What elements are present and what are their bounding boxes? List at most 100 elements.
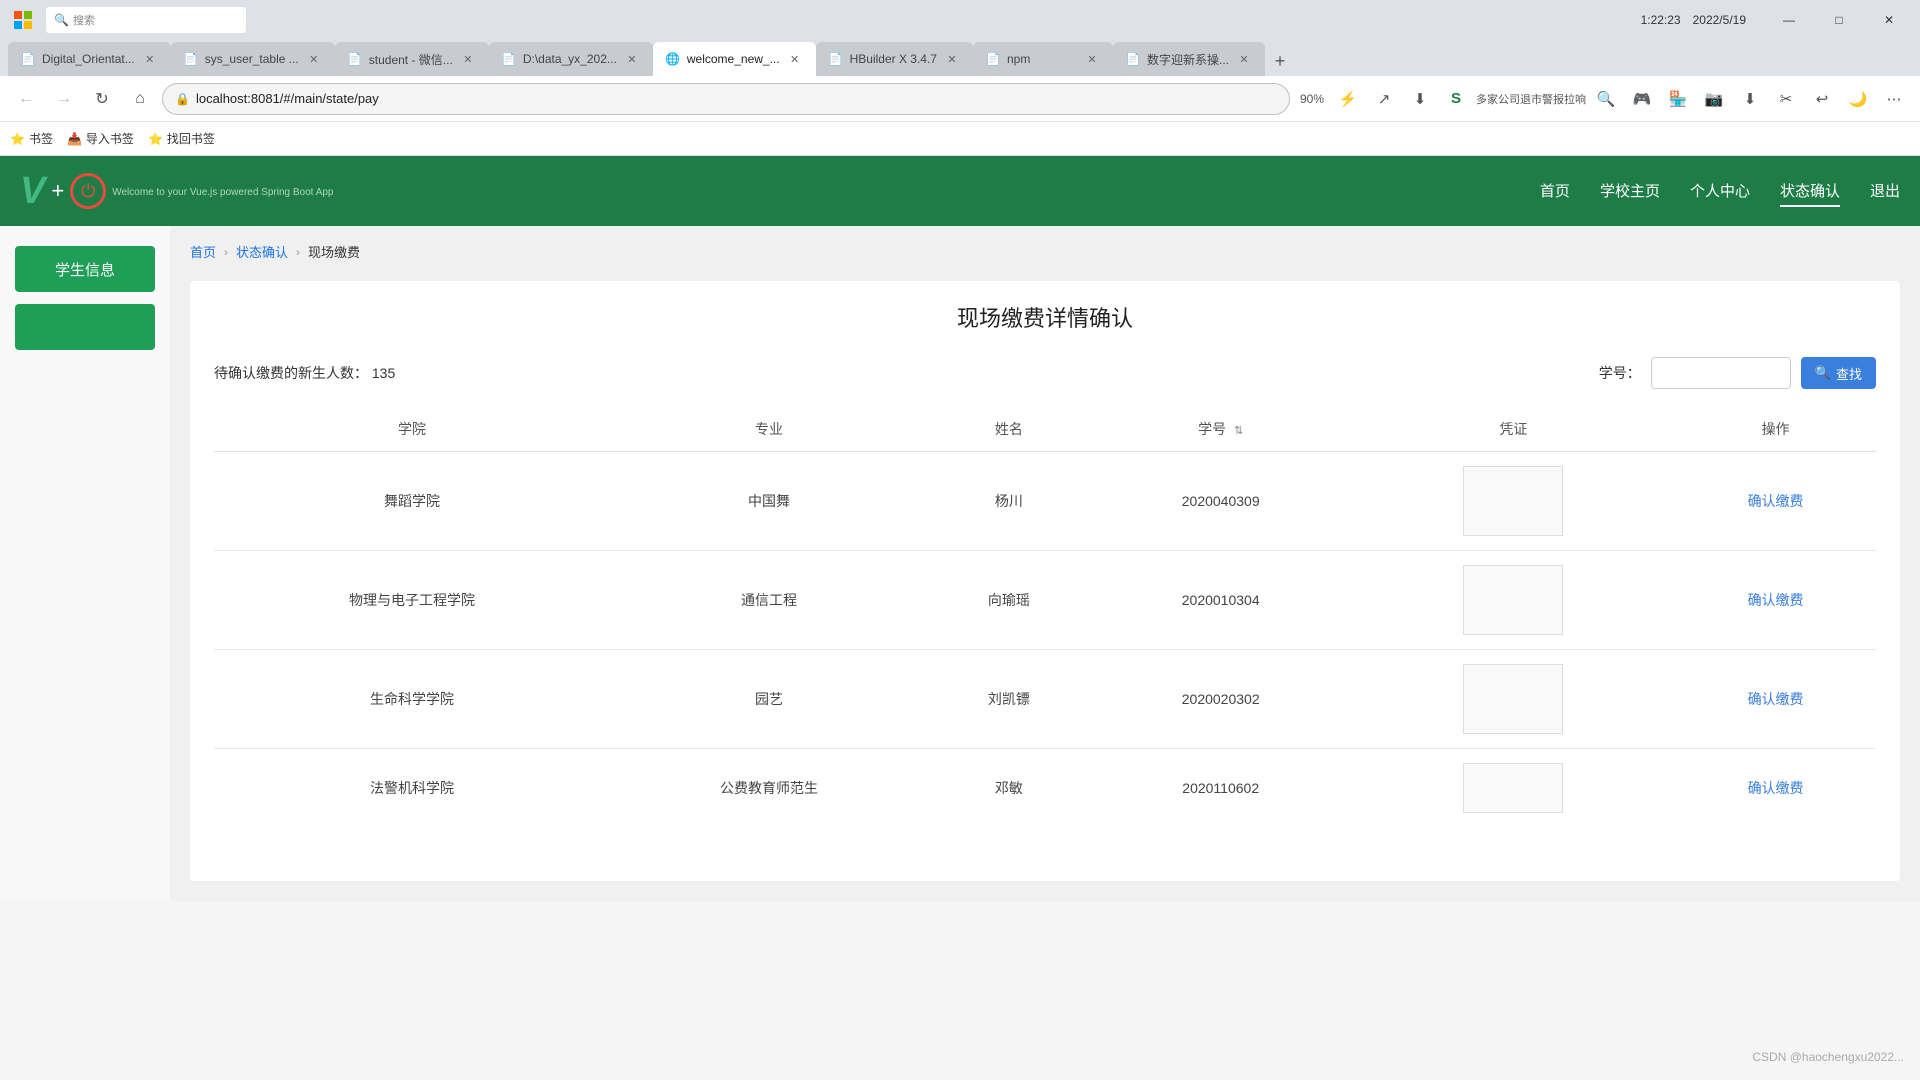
bookmark-label-2: 导入书签	[86, 130, 134, 147]
star-icon: ⭐	[10, 132, 25, 146]
tab-close-2[interactable]: ✕	[305, 50, 323, 68]
col-college: 学院	[214, 407, 610, 452]
scissors-icon[interactable]: ✂	[1770, 83, 1802, 115]
zoom-level: 90%	[1296, 92, 1328, 106]
cell-college-2: 物理与电子工程学院	[214, 551, 610, 650]
undo-icon[interactable]: ↩	[1806, 83, 1838, 115]
download-icon-nav[interactable]: ⬇	[1404, 83, 1436, 115]
tab-npm[interactable]: 📄 npm ✕	[973, 42, 1113, 76]
cell-major-2: 通信工程	[610, 551, 928, 650]
cell-college-3: 生命科学学院	[214, 650, 610, 749]
cell-action-2: 确认缴费	[1675, 551, 1876, 650]
address-bar[interactable]: 🔒 localhost:8081/#/main/state/pay	[162, 83, 1290, 115]
tab-sys-user[interactable]: 📄 sys_user_table ... ✕	[171, 42, 335, 76]
search-btn-icon: 🔍	[1815, 365, 1831, 381]
confirm-pay-btn-3[interactable]: 确认缴费	[1748, 691, 1804, 707]
table-row: 生命科学学院 园艺 刘凯镖 2020020302 确认缴费	[214, 650, 1876, 749]
share-icon[interactable]: ↗	[1368, 83, 1400, 115]
tab-title-3: student - 微信...	[369, 51, 453, 68]
nav-home[interactable]: 首页	[1540, 176, 1570, 207]
tab-close-3[interactable]: ✕	[459, 50, 477, 68]
home-button[interactable]: ⌂	[124, 83, 156, 115]
tab-close-4[interactable]: ✕	[623, 50, 641, 68]
tab-favicon-1: 📄	[20, 51, 36, 67]
nav-logout[interactable]: 退出	[1870, 176, 1900, 207]
breadcrumb-parent[interactable]: 状态确认	[236, 242, 288, 261]
bookmarks-bar: ⭐ 书签 📥 导入书签 ⭐ 找回书签	[0, 122, 1920, 156]
nav-status-confirm[interactable]: 状态确认	[1780, 176, 1840, 207]
search-input[interactable]	[1651, 357, 1791, 389]
count-value: 135	[372, 365, 395, 381]
logo-power: ⏻	[70, 173, 106, 209]
cell-college-4: 法警机科学院	[214, 749, 610, 828]
moon-icon[interactable]: 🌙	[1842, 83, 1874, 115]
cell-major-4: 公费教育师范生	[610, 749, 928, 828]
table-row: 物理与电子工程学院 通信工程 向瑜瑶 2020010304 确认缴费	[214, 551, 1876, 650]
cell-action-4: 确认缴费	[1675, 749, 1876, 828]
toolbar: 待确认缴费的新生人数： 135 学号： 🔍 查找	[214, 357, 1876, 389]
games-icon[interactable]: 🎮	[1626, 83, 1658, 115]
tab-data-yx[interactable]: 📄 D:\data_yx_202... ✕	[489, 42, 653, 76]
search-icon: 🔍	[54, 13, 69, 27]
content-panel: 现场缴费详情确认 待确认缴费的新生人数： 135 学号： 🔍 查找	[190, 281, 1900, 881]
tab-close-6[interactable]: ✕	[943, 50, 961, 68]
tab-close-7[interactable]: ✕	[1083, 50, 1101, 68]
maximize-button[interactable]: □	[1816, 4, 1862, 36]
tabs-bar: 📄 Digital_Orientat... ✕ 📄 sys_user_table…	[0, 40, 1920, 76]
tab-close-5[interactable]: ✕	[786, 50, 804, 68]
power-icon: ⏻	[81, 181, 95, 202]
more-icon[interactable]: ⋯	[1878, 83, 1910, 115]
tab-digital-orientat[interactable]: 📄 Digital_Orientat... ✕	[8, 42, 171, 76]
bookmark-2[interactable]: 📥 导入书签	[67, 130, 134, 147]
store-icon[interactable]: 🏪	[1662, 83, 1694, 115]
search-btn-label: 查找	[1836, 364, 1862, 383]
bookmark-1[interactable]: ⭐ 书签	[10, 130, 53, 147]
app-logo: V + ⏻ Welcome to your Vue.js powered Spr…	[20, 172, 333, 210]
cell-action-3: 确认缴费	[1675, 650, 1876, 749]
nav-personal-center[interactable]: 个人中心	[1690, 176, 1750, 207]
tab-close-1[interactable]: ✕	[141, 50, 159, 68]
extensions-icon[interactable]: S	[1440, 83, 1472, 115]
minimize-button[interactable]: —	[1766, 4, 1812, 36]
back-button[interactable]: ←	[10, 83, 42, 115]
sidebar-btn-student-info[interactable]: 学生信息	[15, 246, 155, 292]
main-content: 首页 › 状态确认 › 现场缴费 现场缴费详情确认 待确认缴费的新生人数： 13…	[170, 226, 1920, 901]
refresh-button[interactable]: ↻	[86, 83, 118, 115]
search-button[interactable]: 🔍 查找	[1801, 357, 1876, 389]
sidebar-btn-onsite-pay[interactable]	[15, 304, 155, 350]
download-icon2[interactable]: ⬇	[1734, 83, 1766, 115]
cell-id-4: 2020110602	[1090, 749, 1352, 828]
bookmark-3[interactable]: ⭐ 找回书签	[148, 130, 215, 147]
breadcrumb-sep-1: ›	[224, 245, 228, 259]
tab-title-2: sys_user_table ...	[205, 52, 299, 66]
sidebar: 学生信息	[0, 226, 170, 901]
tab-welcome-new[interactable]: 🌐 welcome_new_... ✕	[653, 42, 816, 76]
watermark: CSDN @haochengxu2022...	[1752, 1050, 1904, 1064]
tab-student[interactable]: 📄 student - 微信... ✕	[335, 42, 489, 76]
header-row: 学院 专业 姓名 学号 ⇅ 凭证 操作	[214, 407, 1876, 452]
new-tab-button[interactable]: +	[1265, 46, 1295, 76]
date: 2022/5/19	[1693, 13, 1746, 27]
camera-icon[interactable]: 📷	[1698, 83, 1730, 115]
confirm-pay-btn-2[interactable]: 确认缴费	[1748, 592, 1804, 608]
lightning-icon[interactable]: ⚡	[1332, 83, 1364, 115]
col-student-id[interactable]: 学号 ⇅	[1090, 407, 1352, 452]
breadcrumb-home[interactable]: 首页	[190, 242, 216, 261]
confirm-pay-btn-4[interactable]: 确认缴费	[1748, 780, 1804, 796]
cell-id-2: 2020010304	[1090, 551, 1352, 650]
confirm-pay-btn-1[interactable]: 确认缴费	[1748, 493, 1804, 509]
extension-label: 多家公司退市警报拉响	[1476, 91, 1586, 107]
tab-close-8[interactable]: ✕	[1235, 50, 1253, 68]
cell-name-3: 刘凯镖	[928, 650, 1090, 749]
forward-button[interactable]: →	[48, 83, 80, 115]
tab-hbuilder[interactable]: 📄 HBuilder X 3.4.7 ✕	[816, 42, 973, 76]
table-row: 法警机科学院 公费教育师范生 邓敏 2020110602 确认缴费	[214, 749, 1876, 828]
search-nav-icon[interactable]: 🔍	[1590, 83, 1622, 115]
tab-digital-system[interactable]: 📄 数字迎新系操... ✕	[1113, 42, 1265, 76]
cell-cert-4	[1352, 749, 1676, 828]
nav-school-main[interactable]: 学校主页	[1600, 176, 1660, 207]
search-taskbar[interactable]: 🔍 搜索	[46, 7, 246, 33]
close-button[interactable]: ✕	[1866, 4, 1912, 36]
windows-start[interactable]	[8, 5, 38, 35]
nav-icons: 90% ⚡ ↗ ⬇ S 多家公司退市警报拉响 🔍 🎮 🏪 📷 ⬇ ✂ ↩ 🌙 ⋯	[1296, 83, 1910, 115]
